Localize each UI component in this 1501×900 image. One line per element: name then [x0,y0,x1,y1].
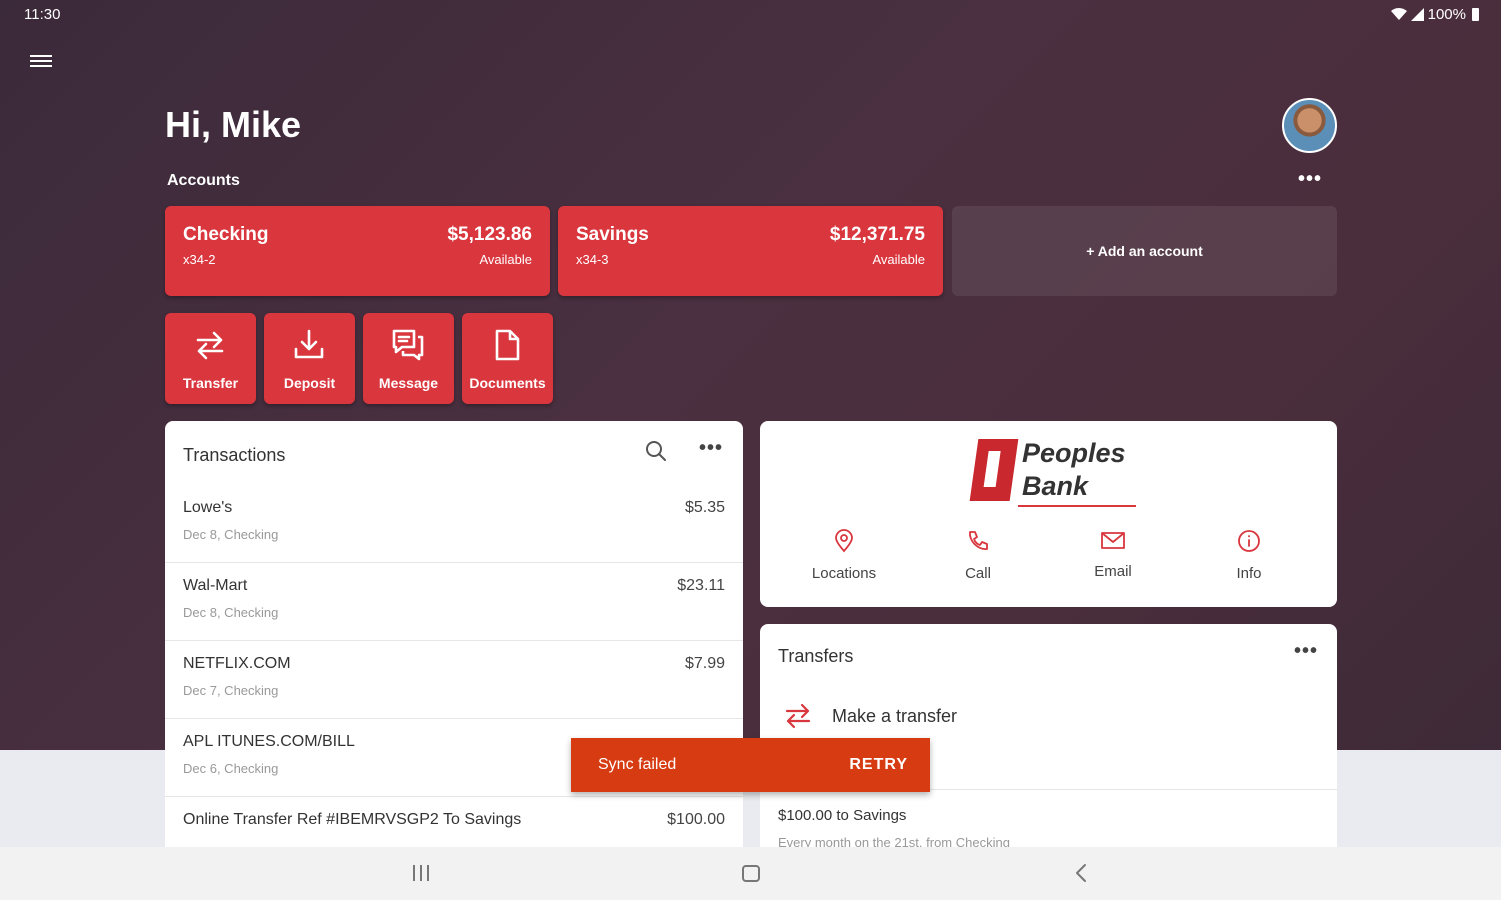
deposit-label: Deposit [283,375,336,391]
account-number: x34-2 [183,252,216,267]
locations-button[interactable]: Locations [784,529,904,582]
bank-panel: Peoples Bank Locations Call Email Info [760,421,1337,607]
accounts-label: Accounts [167,172,240,189]
system-nav-bar [0,847,1501,900]
transaction-detail: Dec 8, Checking [183,527,279,542]
account-balance: $12,371.75 [829,224,925,245]
email-button[interactable]: Email [1053,529,1173,580]
account-card-savings[interactable]: Savings x34-3 $12,371.75 Available [558,206,943,296]
snackbar-message: Sync failed [598,756,677,773]
add-account-button[interactable]: + Add an account [952,206,1337,296]
deposit-button[interactable]: Deposit [264,313,355,404]
documents-label: Documents [469,375,546,391]
battery-percent: 100% [1427,6,1466,23]
back-icon[interactable] [1070,861,1092,885]
greeting: Hi, Mike [165,104,302,145]
transaction-amount: $23.11 [677,577,725,594]
account-balance: $5,123.86 [447,224,532,245]
mail-icon [1101,532,1125,549]
menu-icon[interactable] [30,52,52,74]
bank-logo-mark [969,439,1019,501]
recent-apps-icon[interactable] [410,861,432,885]
transaction-row[interactable]: Lowe's Dec 8, Checking $5.35 [165,485,743,563]
document-icon [495,329,520,361]
documents-button[interactable]: Documents [462,313,553,404]
status-icons: 100% [1390,6,1479,23]
transfer-button[interactable]: Transfer [165,313,256,404]
avatar[interactable] [1282,98,1337,153]
transactions-title: Transactions [183,445,286,465]
transaction-detail: Dec 7, Checking [183,683,279,698]
download-icon [294,329,324,359]
email-label: Email [1094,563,1132,580]
transaction-name: Online Transfer Ref #IBEMRVSGP2 To Savin… [183,811,522,828]
transfers-title: Transfers [778,646,854,666]
search-icon[interactable] [644,439,668,463]
transaction-amount: $7.99 [684,655,725,672]
account-card-checking[interactable]: Checking x34-2 $5,123.86 Available [165,206,550,296]
bank-logo-underline [1018,505,1136,507]
accounts-more-icon[interactable]: ••• [1298,168,1322,191]
location-pin-icon [835,529,853,553]
retry-button[interactable]: RETRY [849,756,908,774]
transfer-icon [196,331,224,360]
call-label: Call [965,565,991,582]
call-button[interactable]: Call [918,529,1038,582]
transaction-detail: Dec 6, Checking [183,761,279,776]
transactions-more-icon[interactable]: ••• [699,437,723,460]
status-bar: 11:30 100% [0,0,1501,30]
transaction-amount: $5.35 [684,499,725,516]
signal-icon [1410,8,1424,21]
message-button[interactable]: Message [363,313,454,404]
transfer-icon [785,703,811,729]
status-time: 11:30 [24,6,61,23]
locations-label: Locations [811,565,877,582]
sync-failed-snackbar: Sync failed RETRY [571,738,930,792]
account-balance-label: Available [479,252,532,267]
transfers-more-icon[interactable]: ••• [1294,640,1318,663]
home-icon[interactable] [740,861,762,885]
make-transfer-label: Make a transfer [832,706,958,726]
message-label: Message [378,375,439,391]
battery-icon [1472,8,1479,21]
transactions-panel: Transactions ••• Lowe's Dec 8, Checking … [165,421,743,861]
info-icon [1238,530,1260,552]
transaction-row[interactable]: NETFLIX.COM Dec 7, Checking $7.99 [165,641,743,719]
info-label: Info [1236,565,1262,582]
info-button[interactable]: Info [1189,529,1309,582]
transaction-amount: $100.00 [667,811,725,828]
transfer-label: Transfer [182,375,239,391]
account-balance-label: Available [872,252,925,267]
scheduled-transfer-title: $100.00 to Savings [778,807,907,824]
wifi-icon [1390,8,1407,20]
phone-icon [969,531,988,550]
bank-logo: Peoples Bank [969,437,1140,515]
transaction-detail: Dec 8, Checking [183,605,279,620]
transaction-name: NETFLIX.COM [183,655,291,672]
account-name: Checking [183,224,269,245]
account-name: Savings [576,224,649,245]
transaction-name: APL ITUNES.COM/BILL [183,733,355,750]
transaction-name: Wal-Mart [183,577,248,594]
transaction-row[interactable]: Wal-Mart Dec 8, Checking $23.11 [165,563,743,641]
account-number: x34-3 [576,252,609,267]
transaction-name: Lowe's [183,499,233,516]
chat-icon [392,329,424,361]
bank-logo-text: Peoples Bank [1022,438,1126,501]
